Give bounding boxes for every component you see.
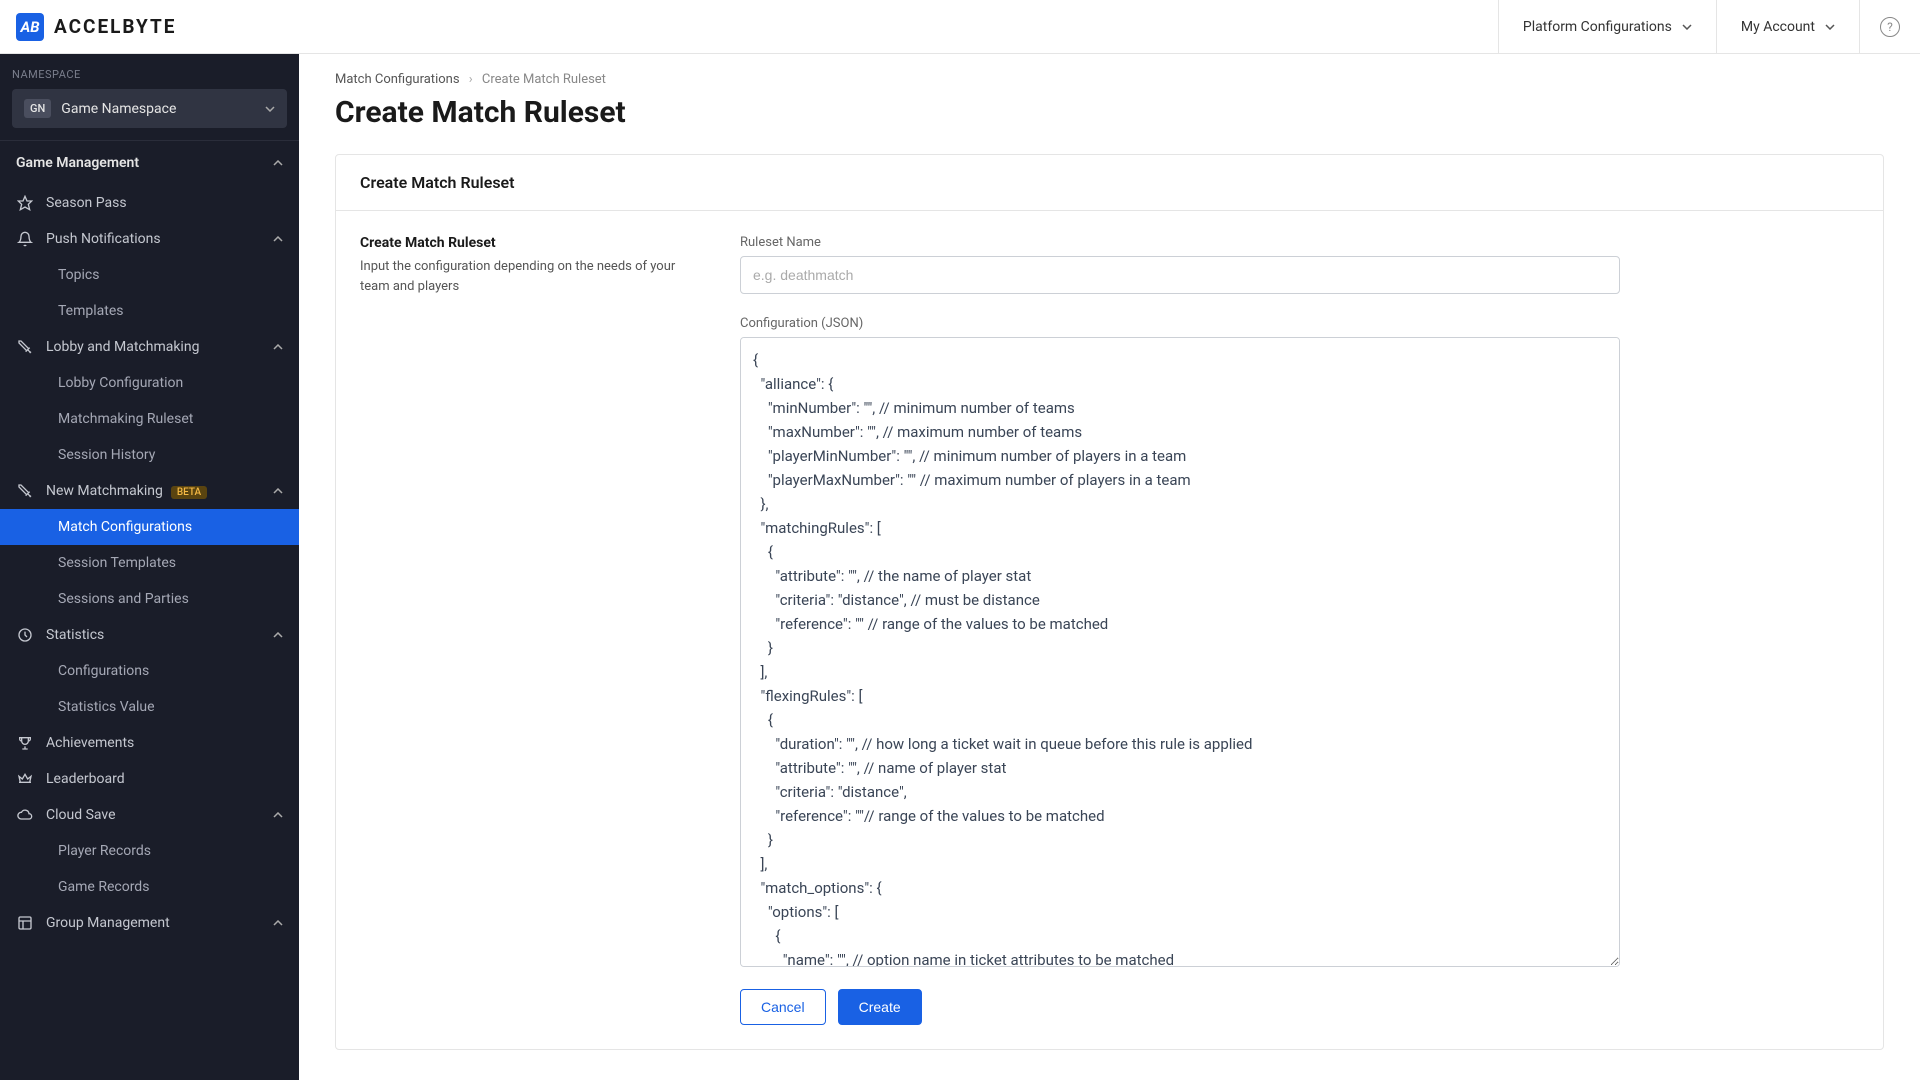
beta-badge: BETA bbox=[171, 486, 207, 499]
sidebar-item-lobby-config[interactable]: Lobby Configuration bbox=[0, 365, 299, 401]
chevron-down-icon bbox=[265, 106, 275, 112]
star-icon bbox=[16, 195, 34, 211]
sidebar-item-label: Cloud Save bbox=[46, 807, 261, 823]
form-section-title: Create Match Ruleset bbox=[360, 235, 700, 251]
app-header: AB ACCELBYTE Platform Configurations My … bbox=[0, 0, 1920, 54]
sidebar-item-label: Statistics bbox=[46, 627, 261, 643]
chevron-up-icon bbox=[273, 632, 283, 638]
sidebar-item-label: Lobby and Matchmaking bbox=[46, 339, 261, 355]
chevron-up-icon bbox=[273, 488, 283, 494]
chevron-up-icon bbox=[273, 812, 283, 818]
sidebar-item-label: New MatchmakingBETA bbox=[46, 483, 261, 499]
section-label: Game Management bbox=[16, 155, 139, 171]
ruleset-name-input[interactable] bbox=[740, 256, 1620, 294]
cancel-button[interactable]: Cancel bbox=[740, 989, 826, 1025]
sidebar-item-group-management[interactable]: Group Management bbox=[0, 905, 299, 941]
platform-configurations-menu[interactable]: Platform Configurations bbox=[1498, 0, 1716, 53]
form-section-desc: Input the configuration depending on the… bbox=[360, 257, 700, 296]
sidebar-item-label: Season Pass bbox=[46, 195, 283, 211]
namespace-name: Game Namespace bbox=[61, 101, 265, 117]
swords-icon bbox=[16, 483, 34, 499]
ruleset-name-label: Ruleset Name bbox=[740, 235, 1620, 250]
chevron-right-icon: › bbox=[469, 72, 473, 87]
clock-icon bbox=[16, 627, 34, 643]
form-description-col: Create Match Ruleset Input the configura… bbox=[360, 235, 700, 1025]
swords-icon bbox=[16, 339, 34, 355]
create-button[interactable]: Create bbox=[838, 989, 922, 1025]
crown-icon bbox=[16, 771, 34, 787]
chevron-up-icon bbox=[273, 344, 283, 350]
header-right: Platform Configurations My Account ? bbox=[1498, 0, 1920, 53]
layout-icon bbox=[16, 915, 34, 931]
form-actions: Cancel Create bbox=[740, 989, 1620, 1025]
namespace-badge: GN bbox=[24, 99, 51, 118]
page-title: Create Match Ruleset bbox=[335, 95, 1884, 130]
my-account-menu[interactable]: My Account bbox=[1716, 0, 1859, 53]
logo-text: ACCELBYTE bbox=[54, 15, 176, 38]
create-ruleset-card: Create Match Ruleset Create Match Rulese… bbox=[335, 154, 1884, 1050]
sidebar-item-session-templates[interactable]: Session Templates bbox=[0, 545, 299, 581]
sidebar-item-push-notifications[interactable]: Push Notifications bbox=[0, 221, 299, 257]
sidebar-item-sessions-parties[interactable]: Sessions and Parties bbox=[0, 581, 299, 617]
chevron-down-icon bbox=[1682, 24, 1692, 30]
logo[interactable]: AB ACCELBYTE bbox=[16, 13, 176, 41]
platform-configurations-label: Platform Configurations bbox=[1523, 19, 1672, 35]
sidebar-item-templates[interactable]: Templates bbox=[0, 293, 299, 329]
sidebar-item-label: Achievements bbox=[46, 735, 283, 751]
sidebar-item-lobby-matchmaking[interactable]: Lobby and Matchmaking bbox=[0, 329, 299, 365]
sidebar-item-label: Push Notifications bbox=[46, 231, 261, 247]
breadcrumb-parent[interactable]: Match Configurations bbox=[335, 72, 460, 87]
sidebar-item-statistics-value[interactable]: Statistics Value bbox=[0, 689, 299, 725]
namespace-selector[interactable]: GN Game Namespace bbox=[12, 89, 287, 128]
configuration-json-textarea[interactable] bbox=[740, 337, 1620, 967]
sidebar-item-session-history[interactable]: Session History bbox=[0, 437, 299, 473]
cloud-icon bbox=[16, 807, 34, 823]
sidebar-item-configurations[interactable]: Configurations bbox=[0, 653, 299, 689]
trophy-icon bbox=[16, 735, 34, 751]
sidebar-item-label: Group Management bbox=[46, 915, 261, 931]
sidebar-item-game-records[interactable]: Game Records bbox=[0, 869, 299, 905]
chevron-down-icon bbox=[1825, 24, 1835, 30]
sidebar-item-new-matchmaking[interactable]: New MatchmakingBETA bbox=[0, 473, 299, 509]
section-game-management[interactable]: Game Management bbox=[0, 141, 299, 185]
sidebar: NAMESPACE GN Game Namespace Game Managem… bbox=[0, 54, 299, 1080]
my-account-label: My Account bbox=[1741, 19, 1815, 35]
logo-mark: AB bbox=[16, 13, 44, 41]
namespace-label: NAMESPACE bbox=[0, 54, 299, 89]
sidebar-item-player-records[interactable]: Player Records bbox=[0, 833, 299, 869]
bell-icon bbox=[16, 231, 34, 247]
sidebar-item-cloud-save[interactable]: Cloud Save bbox=[0, 797, 299, 833]
card-title: Create Match Ruleset bbox=[336, 155, 1883, 211]
sidebar-item-achievements[interactable]: Achievements bbox=[0, 725, 299, 761]
sidebar-item-statistics[interactable]: Statistics bbox=[0, 617, 299, 653]
sidebar-item-topics[interactable]: Topics bbox=[0, 257, 299, 293]
chevron-up-icon bbox=[273, 236, 283, 242]
sidebar-item-season-pass[interactable]: Season Pass bbox=[0, 185, 299, 221]
breadcrumb: Match Configurations › Create Match Rule… bbox=[335, 72, 1884, 87]
help-button[interactable]: ? bbox=[1859, 0, 1920, 53]
form-fields-col: Ruleset Name Configuration (JSON) Cancel… bbox=[740, 235, 1620, 1025]
breadcrumb-current: Create Match Ruleset bbox=[482, 72, 606, 87]
sidebar-item-match-configurations[interactable]: Match Configurations bbox=[0, 509, 299, 545]
chevron-up-icon bbox=[273, 160, 283, 166]
main-content: Match Configurations › Create Match Rule… bbox=[299, 54, 1920, 1080]
chevron-up-icon bbox=[273, 920, 283, 926]
sidebar-item-mm-ruleset[interactable]: Matchmaking Ruleset bbox=[0, 401, 299, 437]
help-icon: ? bbox=[1880, 17, 1900, 37]
sidebar-item-leaderboard[interactable]: Leaderboard bbox=[0, 761, 299, 797]
sidebar-item-label: Leaderboard bbox=[46, 771, 283, 787]
configuration-json-label: Configuration (JSON) bbox=[740, 316, 1620, 331]
